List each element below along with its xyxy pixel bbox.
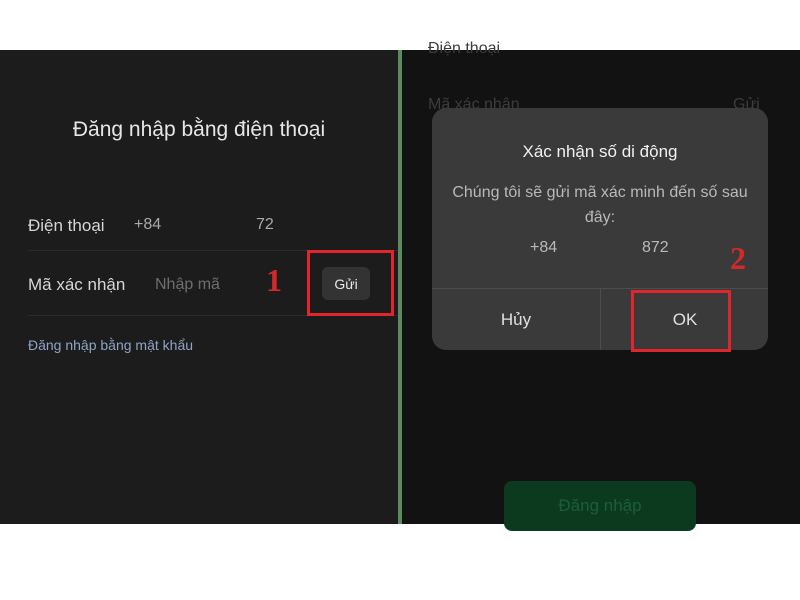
dialog-number: 872 [642, 239, 669, 256]
code-input[interactable]: Nhập mã [155, 276, 220, 294]
login-button[interactable]: Đăng nhập [504, 481, 696, 531]
bg-phone-label: Điện thoại [428, 40, 501, 57]
phone-label: Điện thoại [28, 216, 105, 235]
code-label: Mã xác nhận [28, 275, 126, 294]
highlight-box-ok [631, 290, 731, 352]
phone-number-field[interactable]: 72 [256, 216, 274, 234]
page-title: Đăng nhập bằng điện thoại [72, 118, 326, 141]
cancel-button[interactable]: Hủy [432, 289, 600, 350]
dialog-title: Xác nhận số di động [522, 142, 678, 161]
dialog-number-prefix: +84 [530, 239, 558, 256]
dialog-message: Chúng tôi sẽ gửi mã xác minh đến số sau … [452, 184, 748, 226]
phone-prefix[interactable]: +84 [134, 216, 161, 234]
highlight-box-send [307, 250, 394, 316]
password-login-link[interactable]: Đăng nhập bằng mật khẩu [28, 337, 193, 353]
annotation-step-2: 2 [730, 240, 746, 276]
annotation-step-1: 1 [266, 262, 282, 298]
